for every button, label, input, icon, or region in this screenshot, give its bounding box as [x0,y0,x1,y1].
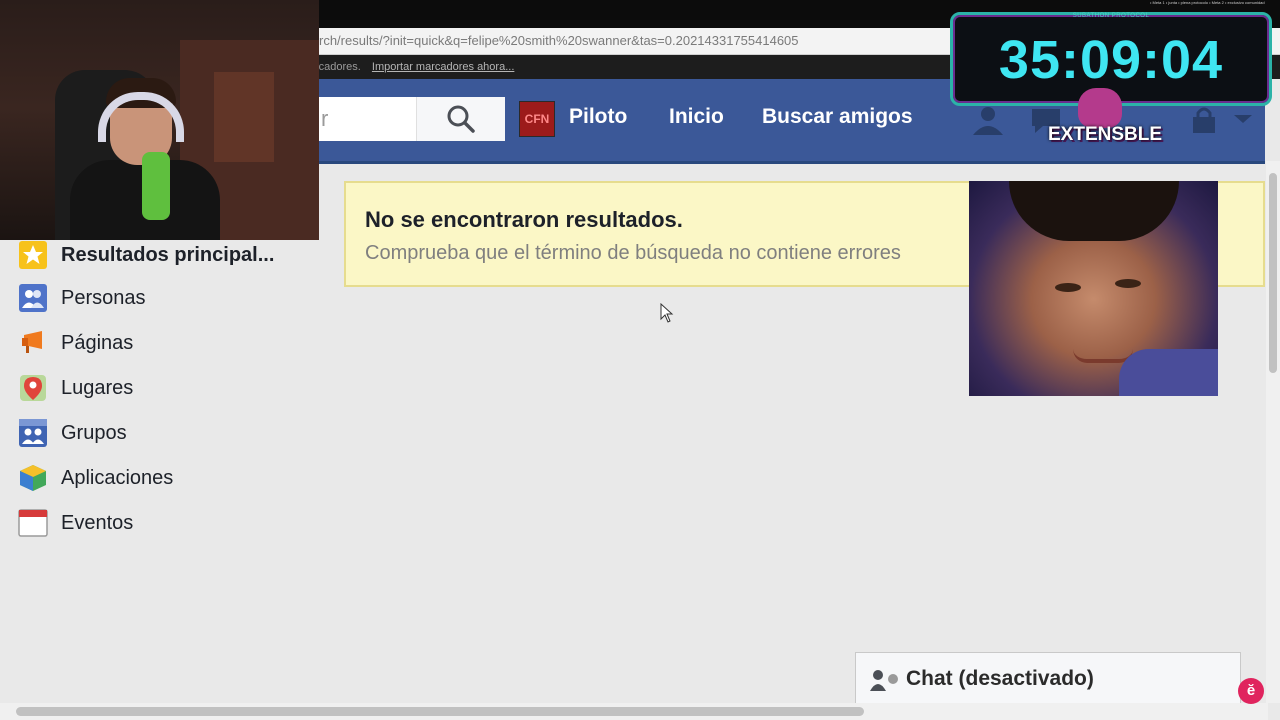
sidebar-item-events[interactable]: Eventos [18,508,318,540]
search-button[interactable] [416,97,505,141]
webcam-shelf [214,72,274,162]
guest-camera-overlay [969,181,1218,396]
search-input[interactable]: r [321,106,328,132]
apps-icon [20,465,46,491]
sidebar-item-label: Grupos [61,422,127,444]
channel-logo: EXTENSBLE [1048,88,1163,160]
guest-hair [1009,181,1179,241]
profile-link[interactable]: Piloto [569,105,627,129]
chat-label: Chat (desactivado) [906,667,1094,690]
profile-avatar[interactable]: CFN [519,101,555,137]
channel-logo-text: EXTENSBLE [1048,124,1163,145]
streamer-webcam [0,0,319,240]
search-icon [447,105,475,133]
friend-requests-icon[interactable] [969,105,1007,135]
green-bottle [142,152,170,220]
sidebar-item-label: Lugares [61,377,134,399]
sidebar-item-label: Páginas [61,332,134,354]
vertical-scrollbar-thumb[interactable] [1269,173,1277,373]
map-pin-icon [20,375,46,401]
address-bar-url[interactable]: rch/results/?init=quick&q=felipe%20smith… [319,33,799,48]
screen: rch/results/?init=quick&q=felipe%20smith… [0,0,1280,720]
guest-eye-left [1055,283,1081,292]
mascot-icon [1078,88,1122,128]
chat-bar[interactable]: Chat (desactivado) [855,652,1241,704]
calendar-icon [18,509,48,537]
chat-status-icon [870,670,898,691]
sidebar-item-places[interactable]: Lugares [18,373,318,405]
import-bookmarks-link[interactable]: Importar marcadores ahora... [372,61,514,73]
sidebar-item-label: Aplicaciones [61,467,174,489]
bookmarks-bar-text: rcadores. [319,61,361,73]
horizontal-scrollbar[interactable] [0,703,1268,720]
flag-icon [22,331,42,353]
sidebar-item-top-results[interactable]: Resultados principal... [18,240,318,272]
sidebar-item-apps[interactable]: Aplicaciones [18,463,318,495]
groups-icon [19,419,47,447]
overlay-note: • Meta 1 • junta • plena protocolo • Met… [1150,0,1265,5]
no-results-hint: Comprueba que el término de búsqueda no … [365,242,901,264]
find-friends-link[interactable]: Buscar amigos [762,105,913,129]
sidebar-item-label: Eventos [61,512,134,534]
no-results-title: No se encontraron resultados. [365,207,683,232]
sidebar-item-people[interactable]: Personas [18,283,318,315]
search-filters-sidebar: Resultados principal... Personas Páginas [0,240,320,550]
horizontal-scrollbar-thumb[interactable] [16,707,864,716]
guest-eye-right [1115,279,1141,288]
sidebar-item-label: Resultados principal... [61,244,275,266]
sidebar-item-groups[interactable]: Grupos [18,418,318,450]
people-icon [19,284,47,312]
search-box[interactable]: r [319,97,505,141]
privacy-shortcuts-icon[interactable] [1189,105,1219,135]
home-link[interactable]: Inicio [669,105,724,129]
sidebar-item-pages[interactable]: Páginas [18,328,318,360]
sidebar-item-label: Personas [61,287,146,309]
star-icon [19,241,47,269]
account-menu-icon[interactable] [1231,105,1255,135]
stream-logo-icon: ĕ [1238,678,1264,704]
mouse-cursor-icon [660,303,674,323]
vertical-scrollbar[interactable] [1266,161,1280,703]
timer-header: SUBATHON PROTOCOL [1072,13,1150,19]
guest-shirt [1119,349,1218,396]
timer-value: 35:09:04 [998,30,1224,90]
